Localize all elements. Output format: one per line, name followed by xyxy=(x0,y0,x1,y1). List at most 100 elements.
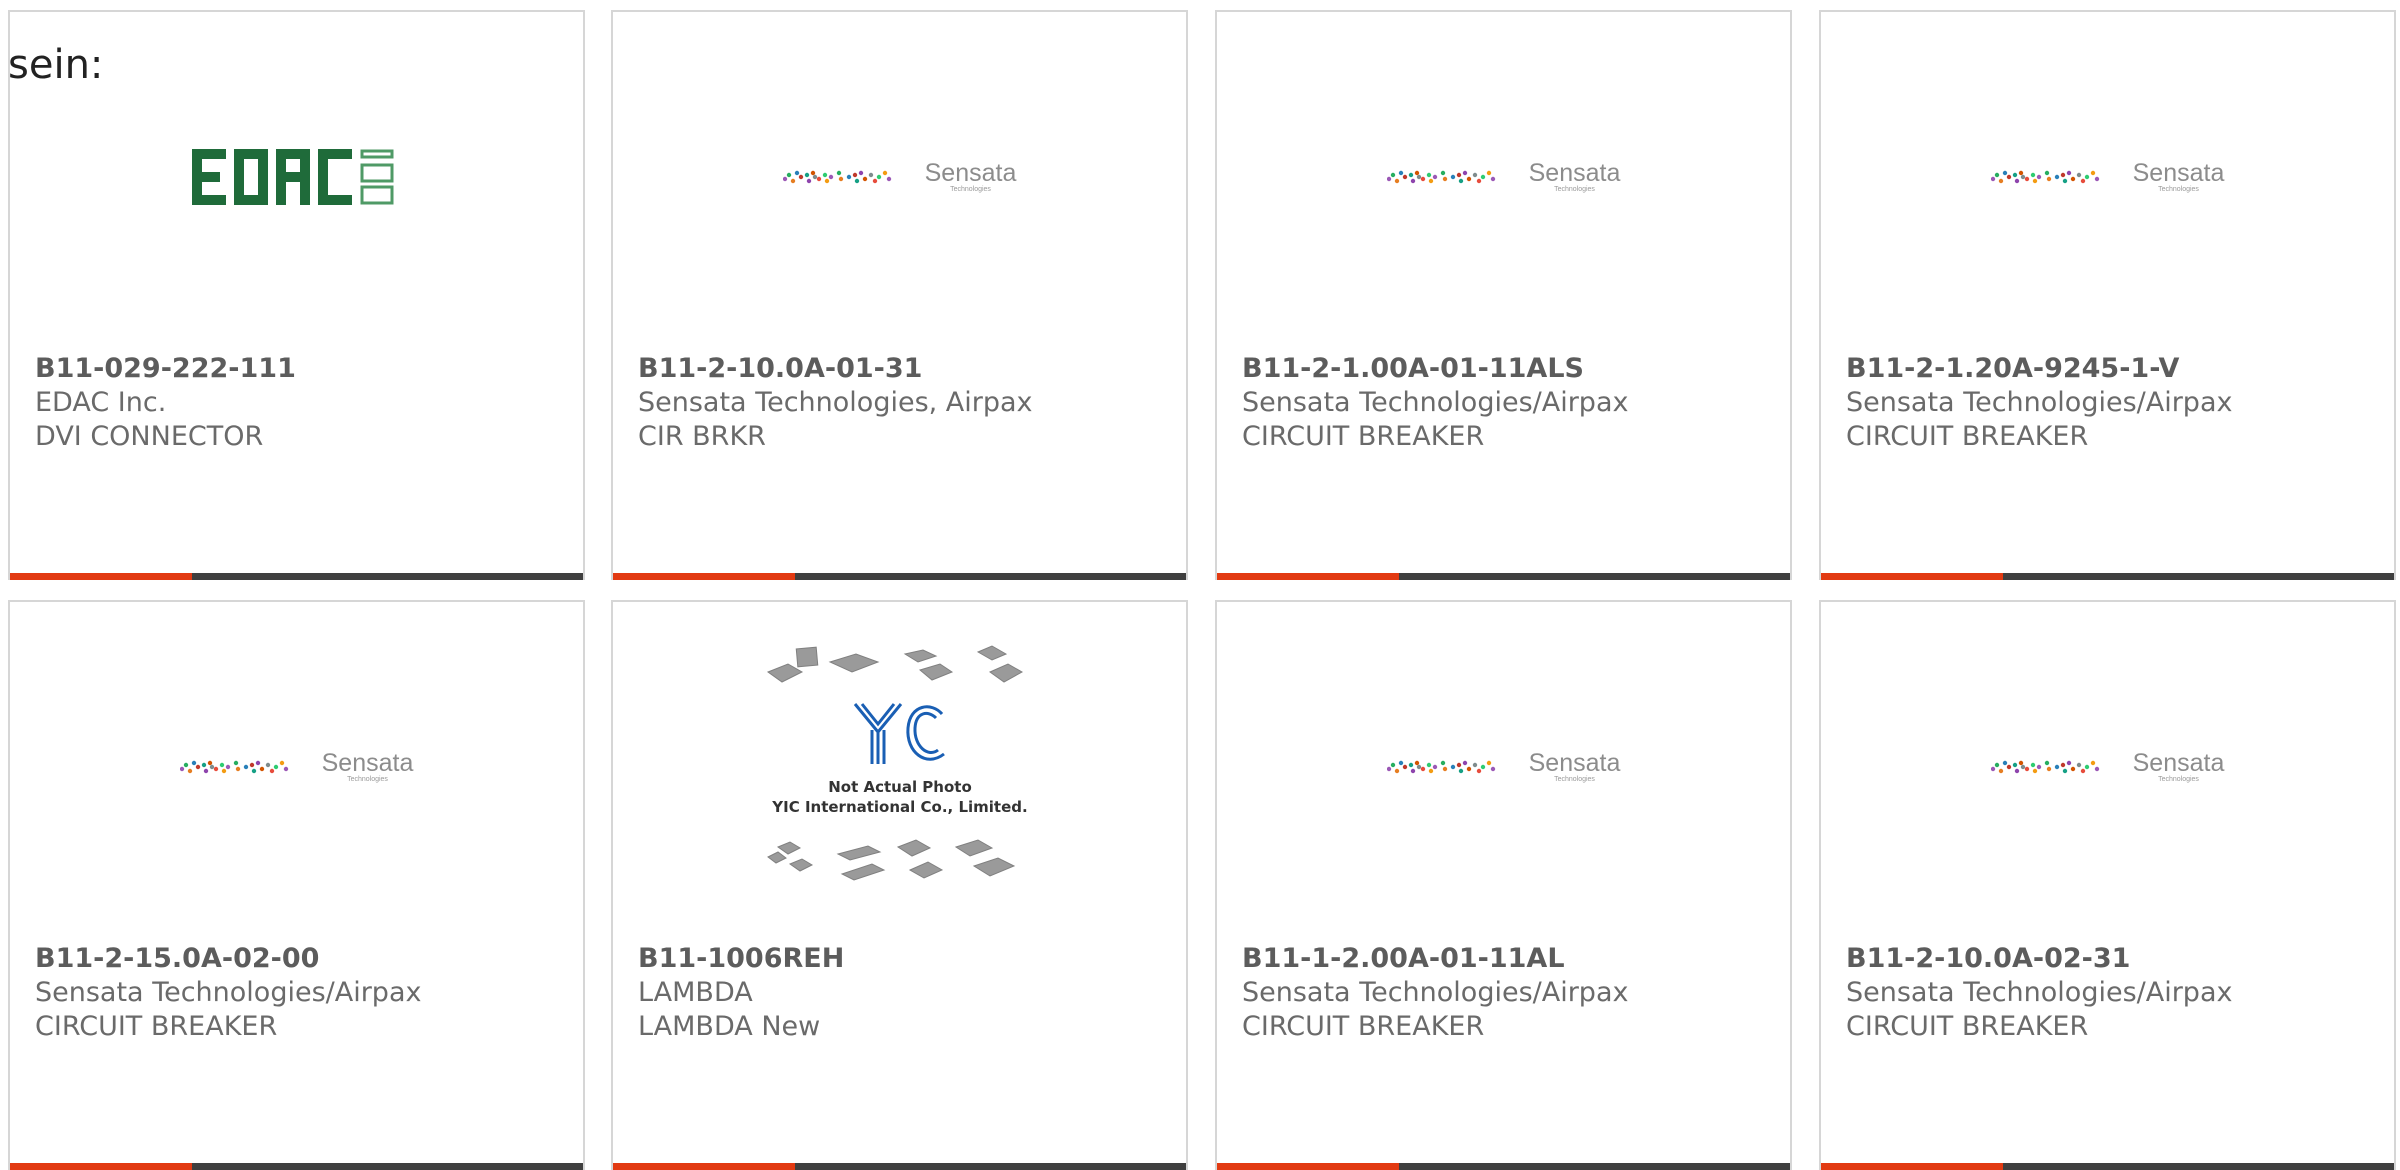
logo-dot xyxy=(1398,170,1403,176)
sensata-logo: Sensata Technologies xyxy=(1990,160,2224,194)
product-card[interactable]: Sensata Technologies B11-2-1.00A-01-11ALS… xyxy=(1215,10,1792,580)
logo-dot xyxy=(1458,178,1463,184)
logo-dot xyxy=(1466,766,1471,772)
logo-dot xyxy=(279,760,284,766)
logo-dot xyxy=(2062,178,2067,184)
logo-dot xyxy=(1414,760,1419,766)
logo-dot xyxy=(2030,762,2035,768)
logo-name: Sensata xyxy=(1528,749,1621,777)
logo-dot xyxy=(1394,178,1399,184)
logo-dot xyxy=(273,764,278,770)
logo-dot xyxy=(1994,762,1999,768)
logo-dot xyxy=(1414,170,1419,176)
logo-dot xyxy=(2070,176,2075,182)
logo-dot xyxy=(798,174,803,180)
card-bottom-bar xyxy=(1821,1163,2394,1170)
logo-dot xyxy=(2060,172,2065,178)
logo-dot xyxy=(2090,170,2095,176)
manufacturer: LAMBDA xyxy=(638,977,753,1008)
logo-sub: Technologies xyxy=(347,776,388,783)
manufacturer: Sensata Technologies, Airpax xyxy=(638,387,1033,418)
logo-dot xyxy=(1386,176,1391,182)
product-card[interactable]: Sensata Technologies B11-2-10.0A-02-31 Se… xyxy=(1819,600,2396,1170)
logo-dot xyxy=(1462,170,1467,176)
sensata-logo: Sensata Technologies xyxy=(1386,749,1621,784)
product-card[interactable]: B11-029-222-111 EDAC Inc. DVI CONNECTOR xyxy=(8,10,585,580)
logo-dot xyxy=(1426,762,1431,768)
logo-dot xyxy=(213,766,218,772)
product-info: B11-1-2.00A-01-11AL Sensata Technologies… xyxy=(1242,942,1780,1044)
manufacturer: Sensata Technologies/Airpax xyxy=(1242,387,1629,418)
logo-dot xyxy=(1390,762,1395,768)
logo-dot xyxy=(1432,764,1437,770)
logo-dot xyxy=(2036,174,2041,180)
logo-dot xyxy=(251,768,256,774)
description: CIRCUIT BREAKER xyxy=(1242,1011,1485,1042)
logo-dot xyxy=(872,178,877,184)
product-image: Sensata Technologies xyxy=(1821,12,2394,342)
description: DVI CONNECTOR xyxy=(35,421,264,452)
sensata-logo: Sensata Technologies xyxy=(1990,749,2225,784)
product-info: B11-2-10.0A-02-31 Sensata Technologies/A… xyxy=(1846,942,2384,1044)
logo-dot xyxy=(852,172,857,178)
part-number[interactable]: B11-029-222-111 xyxy=(35,352,573,386)
logo-dot xyxy=(183,762,188,768)
logo-name: Sensata xyxy=(321,749,414,777)
product-card[interactable]: Not Actual Photo YIC International Co., … xyxy=(611,600,1188,1170)
description: CIRCUIT BREAKER xyxy=(35,1011,278,1042)
product-card[interactable]: Sensata Technologies B11-2-1.20A-9245-1-V… xyxy=(1819,10,2396,580)
logo-dot xyxy=(2020,764,2025,770)
manufacturer: Sensata Technologies/Airpax xyxy=(1846,977,2233,1008)
logo-dot xyxy=(1458,768,1463,774)
logo-dot xyxy=(1440,170,1445,176)
card-bottom-bar xyxy=(613,573,1186,580)
logo-dot xyxy=(2070,766,2075,772)
logo-dot xyxy=(1432,174,1437,180)
logo-dot xyxy=(1426,172,1431,178)
logo-dot xyxy=(2012,762,2017,768)
logo-dot xyxy=(2076,762,2081,768)
logo-dot xyxy=(249,762,254,768)
product-info: B11-1006REH LAMBDA LAMBDA New xyxy=(638,942,1176,1044)
part-number[interactable]: B11-2-10.0A-02-31 xyxy=(1846,942,2384,976)
logo-dot xyxy=(806,178,811,184)
logo-dot xyxy=(854,178,859,184)
product-card[interactable]: Sensata Technologies B11-1-2.00A-01-11AL … xyxy=(1215,600,1792,1170)
part-number[interactable]: B11-1-2.00A-01-11AL xyxy=(1242,942,1780,976)
description: CIR BRKR xyxy=(638,421,766,452)
part-number[interactable]: B11-2-10.0A-01-31 xyxy=(638,352,1176,386)
logo-dot xyxy=(1450,174,1455,180)
logo-dot xyxy=(219,762,224,768)
manufacturer: EDAC Inc. xyxy=(35,387,167,418)
logo-dot xyxy=(203,768,208,774)
product-image: Sensata Technologies xyxy=(10,602,583,932)
logo-dot xyxy=(191,760,196,766)
logo-dot xyxy=(1480,174,1485,180)
part-number[interactable]: B11-2-1.20A-9245-1-V xyxy=(1846,352,2384,386)
logo-dot xyxy=(1456,762,1461,768)
logo-dot xyxy=(1442,766,1447,772)
logo-dot xyxy=(1440,760,1445,766)
logo-name: Sensata xyxy=(2132,749,2225,777)
logo-dot xyxy=(2018,760,2023,766)
logo-dot xyxy=(2036,764,2041,770)
part-number[interactable]: B11-1006REH xyxy=(638,942,1176,976)
logo-dot xyxy=(2044,760,2049,766)
logo-dot xyxy=(862,176,867,182)
product-card[interactable]: Sensata Technologies B11-2-10.0A-01-31 Se… xyxy=(611,10,1188,580)
logo-dot xyxy=(2084,174,2089,180)
product-info: B11-2-10.0A-01-31 Sensata Technologies, … xyxy=(638,352,1176,454)
part-number[interactable]: B11-2-1.00A-01-11ALS xyxy=(1242,352,1780,386)
part-number[interactable]: B11-2-15.0A-02-00 xyxy=(35,942,573,976)
logo-dot xyxy=(812,174,817,180)
sensata-dots-icon xyxy=(782,170,891,184)
product-card[interactable]: Sensata Technologies B11-2-15.0A-02-00 Se… xyxy=(8,600,585,1170)
logo-dot xyxy=(2032,768,2037,774)
product-image: Sensata Technologies xyxy=(613,12,1186,342)
logo-dot xyxy=(1408,762,1413,768)
logo-dot xyxy=(2080,178,2085,184)
logo-sub: Technologies xyxy=(2158,186,2199,193)
manufacturer: Sensata Technologies/Airpax xyxy=(1846,387,2233,418)
sensata-dots-icon xyxy=(1386,760,1495,774)
logo-name: Sensata xyxy=(1528,159,1621,187)
